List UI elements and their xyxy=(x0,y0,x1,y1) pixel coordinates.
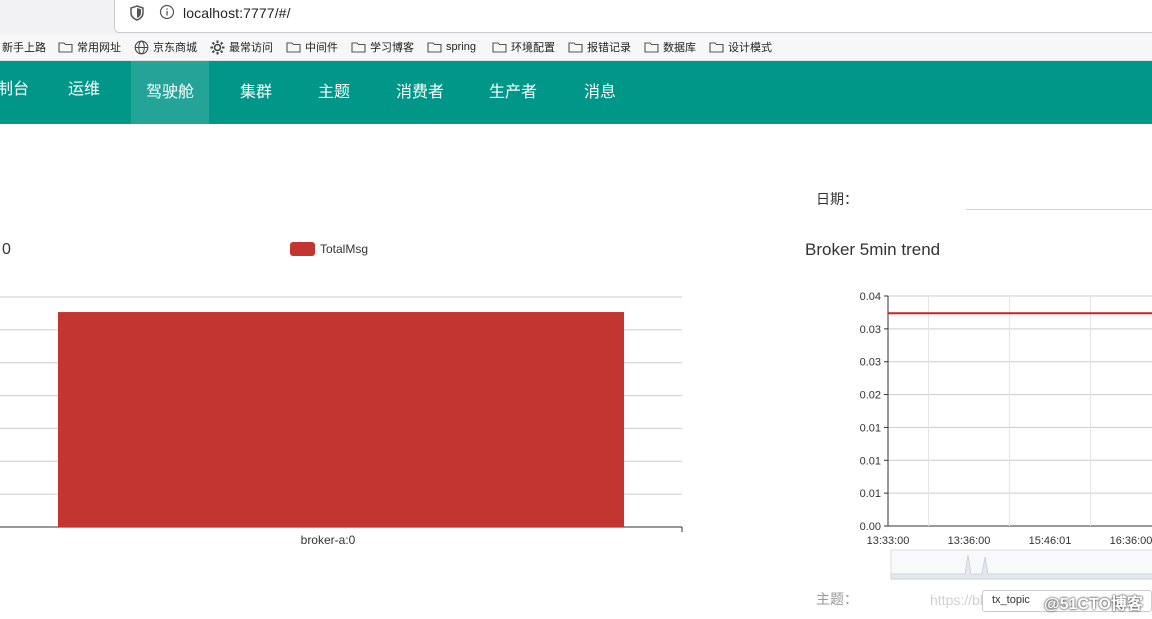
broker-bar-chart: broker-a:0 xyxy=(0,296,683,547)
trend-chart-title: Broker 5min trend xyxy=(805,240,941,259)
bookmark-label: 京东商城 xyxy=(153,42,197,54)
bookmark-item[interactable]: spring xyxy=(427,39,476,55)
bookmark-item[interactable]: 报错记录 xyxy=(568,39,631,55)
bookmark-label: 新手上路 xyxy=(2,42,46,54)
date-input[interactable] xyxy=(966,184,1152,210)
bookmark-label: 最常访问 xyxy=(229,42,273,54)
gear-icon xyxy=(210,40,225,54)
y-tick-label: 0.04 xyxy=(860,291,881,303)
folder-icon xyxy=(58,42,73,53)
broker-chart-title: 0 xyxy=(2,241,11,258)
y-tick-label: 0.01 xyxy=(860,422,881,434)
bookmark-item[interactable]: 新手上路 xyxy=(2,39,46,55)
folder-icon xyxy=(351,42,366,53)
topic-label: 主题： xyxy=(816,591,858,607)
address-bar[interactable]: localhost:7777/#/ xyxy=(114,0,1152,33)
bookmark-label: 环境配置 xyxy=(511,42,555,54)
y-tick-label: 0.03 xyxy=(860,357,881,369)
bar xyxy=(57,312,625,527)
data-zoom-slider[interactable] xyxy=(890,549,1152,580)
bookmark-item[interactable]: 最常访问 xyxy=(210,39,273,55)
folder-icon xyxy=(709,42,724,53)
nav-item-ops[interactable]: 运维 xyxy=(56,58,112,121)
url-text[interactable]: localhost:7777/#/ xyxy=(183,5,291,21)
shield-icon[interactable] xyxy=(130,5,144,21)
bookmark-label: 设计模式 xyxy=(728,42,772,54)
bookmark-label: 数据库 xyxy=(663,42,696,54)
chart-legend[interactable]: TotalMsg xyxy=(290,242,368,256)
bookmark-item[interactable]: 常用网址 xyxy=(58,39,121,55)
bookmark-item[interactable]: 数据库 xyxy=(644,39,696,55)
folder-icon xyxy=(644,42,659,53)
bookmark-label: spring xyxy=(446,41,476,53)
y-tick-label: 0.02 xyxy=(860,390,881,402)
legend-swatch xyxy=(290,242,315,256)
nav-item-consumer[interactable]: 消费者 xyxy=(385,61,455,124)
globe-icon xyxy=(134,40,149,54)
bookmark-label: 中间件 xyxy=(305,42,338,54)
nav-item-cluster[interactable]: 集群 xyxy=(228,61,284,124)
nav-brand[interactable]: 制台 xyxy=(0,58,42,121)
watermark: @51CTO博客 xyxy=(1044,596,1143,613)
x-tick-label: 15:46:01 xyxy=(1029,535,1072,547)
y-tick-label: 0.00 xyxy=(860,521,881,533)
folder-icon xyxy=(568,42,583,53)
bookmark-label: 学习博客 xyxy=(370,42,414,54)
folder-icon xyxy=(286,42,301,53)
bookmark-label: 常用网址 xyxy=(77,42,121,54)
bookmark-item[interactable]: 中间件 xyxy=(286,39,338,55)
bookmark-item[interactable]: 学习博客 xyxy=(351,39,414,55)
date-label: 日期： xyxy=(816,191,858,207)
x-tick-label: 16:36:00 xyxy=(1110,535,1152,547)
y-tick-label: 0.01 xyxy=(860,488,881,500)
legend-label: TotalMsg xyxy=(320,242,369,256)
bookmark-item[interactable]: 京东商城 xyxy=(134,39,197,55)
browser-toolbar: localhost:7777/#/ xyxy=(0,0,1152,34)
y-tick-label: 0.01 xyxy=(860,455,881,467)
broker-trend-chart: 0.00 0.01 0.01 0.01 0.02 0.03 0.03 0.04 13:33:0… xyxy=(860,291,1152,580)
bookmarks-bar: 新手上路 常用网址 京东商城 最常访问 中间件 学习博客 spring 环境配置… xyxy=(0,34,1152,61)
x-tick-label: broker-a:0 xyxy=(301,533,356,547)
top-nav: 制台 运维 驾驶舱 集群 主题 消费者 生产者 消息 xyxy=(0,61,1152,124)
nav-item-producer[interactable]: 生产者 xyxy=(478,61,548,124)
x-tick-label: 13:33:00 xyxy=(867,535,910,547)
bookmark-label: 报错记录 xyxy=(587,42,631,54)
nav-item-message[interactable]: 消息 xyxy=(572,61,628,124)
info-icon[interactable] xyxy=(159,4,175,20)
y-tick-label: 0.03 xyxy=(860,324,881,336)
nav-item-cockpit[interactable]: 驾驶舱 xyxy=(131,61,209,124)
bookmark-item[interactable]: 设计模式 xyxy=(709,39,772,55)
x-tick-label: 13:36:00 xyxy=(948,535,991,547)
folder-icon xyxy=(492,42,507,53)
bookmark-item[interactable]: 环境配置 xyxy=(492,39,555,55)
nav-item-topic[interactable]: 主题 xyxy=(306,61,362,124)
folder-icon xyxy=(427,42,442,53)
